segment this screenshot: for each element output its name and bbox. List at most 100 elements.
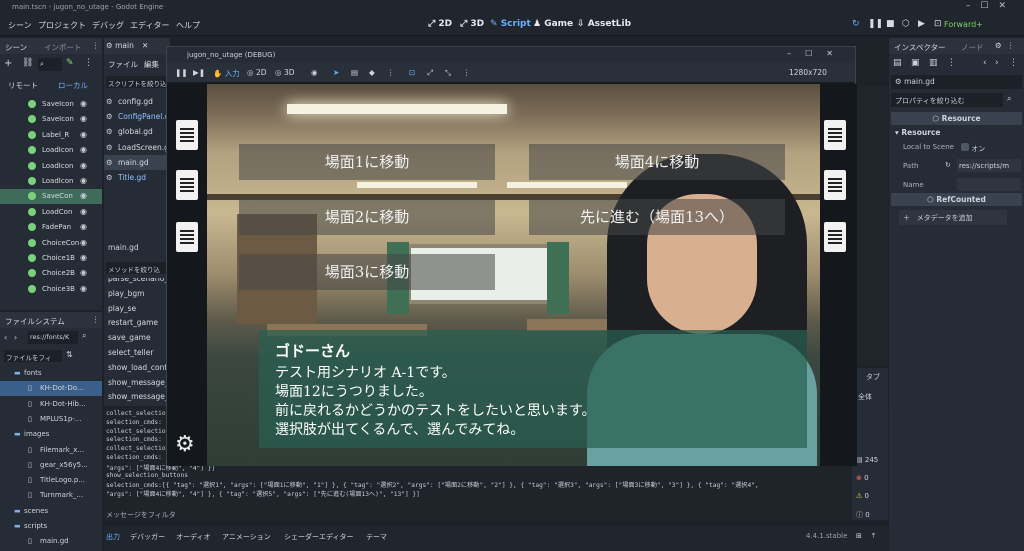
inspected-object[interactable]: ⚙ main.gd: [891, 75, 1022, 89]
script-list-item[interactable]: ⚙ Title.gd: [104, 170, 170, 185]
folder-item[interactable]: ▬ scenes: [0, 504, 102, 519]
menu-edit[interactable]: 編集: [144, 59, 159, 70]
dock-menu-icon[interactable]: ⋮: [92, 315, 100, 324]
method-list-item[interactable]: show_message_p: [108, 392, 170, 401]
tab-inspector[interactable]: インスペクター: [894, 42, 946, 53]
visibility-icon[interactable]: ◉: [80, 161, 87, 170]
tab-import[interactable]: インポート: [44, 42, 82, 53]
method-list-item[interactable]: play_se: [108, 304, 136, 313]
file-item[interactable]: ▯ MPLUS1p-...: [0, 412, 102, 427]
visibility-icon[interactable]: ◉: [80, 99, 87, 108]
fit-icon[interactable]: ⊡: [409, 68, 415, 77]
tab-output[interactable]: 出力: [106, 532, 120, 542]
file-item[interactable]: ▯ Turnmark_...: [0, 488, 102, 503]
workspace-game[interactable]: ♟ Game: [533, 19, 573, 29]
menu-editor[interactable]: エディター: [130, 20, 169, 31]
visibility-icon[interactable]: ◉: [80, 207, 87, 216]
scene-tree-node[interactable]: LoadIcon ◉: [0, 143, 102, 158]
script-list-item[interactable]: ⚙ ConfigPanel.gd: [104, 109, 174, 124]
stretch-icon[interactable]: ⤢: [427, 68, 433, 78]
tab-remote[interactable]: リモート: [8, 80, 38, 91]
method-list-item[interactable]: show_message_p: [108, 378, 170, 387]
log-count[interactable]: ▤ 245: [856, 456, 878, 464]
remote-debug-icon[interactable]: ↻: [852, 19, 860, 29]
history-icon[interactable]: ⋮: [1009, 58, 1018, 68]
visibility-icon[interactable]: ◉: [80, 222, 87, 231]
choice-button-3[interactable]: 場面3に移動: [239, 254, 495, 290]
visibility-icon[interactable]: ◉: [80, 145, 87, 154]
search-icon[interactable]: ⌕: [1007, 94, 1011, 104]
workspace-assetlib[interactable]: ⇩ AssetLib: [577, 19, 631, 29]
visibility-icon[interactable]: ◉: [80, 130, 87, 139]
load-file-icon[interactable]: [824, 120, 846, 150]
save-file-icon[interactable]: [176, 222, 198, 252]
run-scene-icon[interactable]: ▶: [918, 19, 925, 29]
2d-button[interactable]: ◎ 2D: [247, 68, 266, 77]
script-list-item[interactable]: ⚙ config.gd: [104, 94, 170, 109]
tab-debugger[interactable]: デバッガー: [130, 532, 165, 542]
tab-node[interactable]: ノード: [961, 42, 984, 53]
close-icon[interactable]: ✕: [142, 41, 148, 50]
open-resource-icon[interactable]: ▣: [911, 58, 920, 68]
list-select-icon[interactable]: ▤: [351, 68, 358, 77]
choice-button-1[interactable]: 場面1に移動: [239, 144, 495, 180]
name-field[interactable]: [957, 178, 1021, 191]
resource-section[interactable]: ▾ Resource: [895, 128, 940, 137]
method-list-item[interactable]: restart_game: [108, 318, 158, 327]
folder-item[interactable]: ▬ images: [0, 427, 102, 442]
scene-tree-node[interactable]: Choice2B ◉: [0, 266, 102, 281]
path-input[interactable]: res://fonts/K: [28, 331, 78, 344]
game-window-controls[interactable]: –☐✕: [787, 49, 847, 58]
scene-tree-node[interactable]: Choice3B ◉: [0, 282, 102, 297]
workspace-script[interactable]: ✎ Script: [490, 19, 531, 29]
message-count[interactable]: ⓘ 0: [856, 510, 870, 520]
layout-icon[interactable]: ⊞: [856, 532, 862, 540]
script-filter-input[interactable]: スクリプトを絞り込: [106, 76, 168, 88]
link-icon[interactable]: ⛓: [22, 58, 33, 68]
method-list-item[interactable]: select_teller: [108, 348, 153, 357]
choice-button-4[interactable]: 場面4に移動: [529, 144, 785, 180]
tab-shader-editor[interactable]: シェーダーエディター: [284, 532, 354, 542]
method-filter-input[interactable]: メソッドを絞り込: [106, 262, 168, 274]
load-file-icon[interactable]: [824, 222, 846, 252]
scene-tree-node[interactable]: FadePan ◉: [0, 220, 102, 235]
method-list-item[interactable]: play_bgm: [108, 289, 144, 298]
input-button[interactable]: ✋ 入力: [213, 68, 240, 79]
visibility-icon[interactable]: ◉: [80, 114, 87, 123]
new-resource-icon[interactable]: ▤: [893, 58, 902, 68]
scene-tree-node[interactable]: Choice1B ◉: [0, 251, 102, 266]
folder-item[interactable]: ▬ fonts: [0, 366, 102, 381]
scene-tree-node[interactable]: LoadIcon ◉: [0, 159, 102, 174]
error-count[interactable]: ⊗ 0: [856, 474, 869, 482]
script-list-item[interactable]: ⚙ global.gd: [104, 124, 170, 139]
scene-tree-node[interactable]: SaveIcon ◉: [0, 112, 102, 127]
resource-menu-icon[interactable]: ⋮: [947, 58, 956, 68]
file-item[interactable]: ▯ KH-Dot-Do...: [0, 381, 102, 397]
menu-project[interactable]: プロジェクト: [38, 20, 86, 31]
file-item[interactable]: ▯ main.gd: [0, 534, 102, 549]
file-item[interactable]: ▯ gear_x56y5...: [0, 458, 102, 473]
window-controls[interactable]: –☐✕: [966, 1, 1016, 11]
menu-file[interactable]: ファイル: [108, 59, 138, 70]
tab-scene[interactable]: シーン: [5, 42, 27, 53]
all-label[interactable]: 全体: [858, 392, 872, 402]
search-icon[interactable]: ⌕: [82, 331, 86, 341]
3d-button[interactable]: ◎ 3D: [275, 68, 294, 77]
visibility-icon[interactable]: ◉: [80, 268, 87, 277]
folder-item[interactable]: ▬ scripts: [0, 519, 102, 534]
file-item[interactable]: ▯ Filemark_x...: [0, 443, 102, 458]
method-list-item[interactable]: save_game: [108, 333, 151, 342]
keep-aspect-icon[interactable]: ⤡: [445, 68, 451, 78]
add-node-icon[interactable]: +: [4, 58, 12, 69]
pause-icon[interactable]: ❚❚: [175, 68, 188, 77]
file-item[interactable]: ▯ TitleLogo.p...: [0, 473, 102, 488]
scene-tree-node[interactable]: LoadIcon ◉: [0, 174, 102, 189]
visibility-icon[interactable]: ◉: [80, 176, 87, 185]
tab-local[interactable]: ローカル: [58, 80, 88, 91]
file-filter-input[interactable]: ファイルをフィ: [4, 350, 62, 362]
workspace-3d[interactable]: ⤢ 3D: [460, 19, 484, 29]
property-filter-input[interactable]: プロパティを絞り込む: [891, 93, 1003, 107]
scene-filter-input[interactable]: ⌕: [38, 58, 62, 71]
script-attach-icon[interactable]: ✎: [66, 58, 74, 68]
tab-main[interactable]: ⚙ main: [106, 41, 134, 50]
